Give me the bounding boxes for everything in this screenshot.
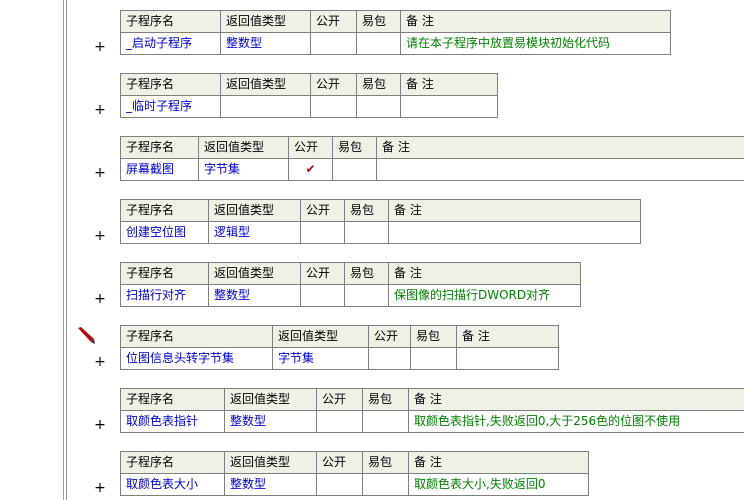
header-easy-package: 易包	[356, 10, 401, 33]
header-note: 备 注	[388, 199, 641, 222]
header-return-type: 返回值类型	[198, 136, 289, 159]
header-public: 公开	[300, 262, 345, 285]
public-cell[interactable]	[300, 221, 345, 244]
return-type-cell[interactable]: 字节集	[272, 347, 369, 370]
return-type-cell[interactable]: 整数型	[224, 410, 317, 433]
public-cell[interactable]	[368, 347, 411, 370]
header-return-type: 返回值类型	[208, 199, 301, 222]
header-name: 子程序名	[120, 451, 225, 474]
header-return-type: 返回值类型	[224, 388, 317, 411]
public-cell[interactable]	[310, 32, 357, 55]
header-public: 公开	[310, 10, 357, 33]
public-cell[interactable]	[316, 473, 363, 496]
header-name: 子程序名	[120, 199, 209, 222]
subroutine-table: 子程序名 返回值类型 公开 易包 备 注 取颜色表指针 整数型 取颜色表指针,失…	[120, 388, 744, 433]
header-note: 备 注	[400, 10, 671, 33]
header-easy-package: 易包	[362, 388, 409, 411]
header-return-type: 返回值类型	[272, 325, 369, 348]
note-cell[interactable]: 取颜色表指针,失败返回0,大于256色的位图不使用	[408, 410, 744, 433]
header-public: 公开	[288, 136, 333, 159]
subroutine-name-cell[interactable]: 屏幕截图	[120, 158, 199, 181]
subroutine-name-cell[interactable]: 取颜色表大小	[120, 473, 225, 496]
header-note: 备 注	[376, 136, 744, 159]
header-easy-package: 易包	[410, 325, 457, 348]
subroutine-name-cell[interactable]: _临时子程序	[120, 95, 221, 118]
expand-button[interactable]: +	[94, 292, 106, 306]
header-public: 公开	[300, 199, 345, 222]
note-cell[interactable]	[388, 221, 641, 244]
header-note: 备 注	[400, 73, 498, 96]
header-easy-package: 易包	[356, 73, 401, 96]
gutter-divider-inner	[66, 0, 67, 500]
expand-button[interactable]: +	[94, 103, 106, 117]
return-type-cell[interactable]: 整数型	[224, 473, 317, 496]
header-name: 子程序名	[120, 73, 221, 96]
easy-package-cell[interactable]	[362, 473, 409, 496]
gutter-divider	[63, 0, 64, 500]
header-public: 公开	[310, 73, 357, 96]
subroutine-name-cell[interactable]: _启动子程序	[120, 32, 221, 55]
subroutine-table: 子程序名 返回值类型 公开 易包 备 注 取颜色表大小 整数型 取颜色表大小,失…	[120, 451, 589, 496]
subroutine-name-cell[interactable]: 创建空位图	[120, 221, 209, 244]
header-public: 公开	[316, 451, 363, 474]
public-cell[interactable]	[310, 95, 357, 118]
subroutine-table: 子程序名 返回值类型 公开 易包 备 注 位图信息头转字节集 字节集	[120, 325, 559, 370]
note-cell[interactable]: 请在本子程序中放置易模块初始化代码	[400, 32, 671, 55]
expand-button[interactable]: +	[94, 481, 106, 495]
header-name: 子程序名	[120, 10, 221, 33]
note-cell[interactable]	[456, 347, 559, 370]
header-note: 备 注	[408, 451, 589, 474]
header-easy-package: 易包	[344, 199, 389, 222]
header-easy-package: 易包	[344, 262, 389, 285]
header-easy-package: 易包	[332, 136, 377, 159]
header-name: 子程序名	[120, 136, 199, 159]
subroutine-table: 子程序名 返回值类型 公开 易包 备 注 创建空位图 逻辑型	[120, 199, 641, 244]
header-note: 备 注	[388, 262, 581, 285]
subroutine-table: 子程序名 返回值类型 公开 易包 备 注 屏幕截图 字节集 ✔	[120, 136, 744, 181]
easy-package-cell[interactable]	[332, 158, 377, 181]
header-easy-package: 易包	[362, 451, 409, 474]
public-cell[interactable]	[316, 410, 363, 433]
header-return-type: 返回值类型	[220, 10, 311, 33]
return-type-cell[interactable]	[220, 95, 311, 118]
easy-package-cell[interactable]	[344, 284, 389, 307]
header-return-type: 返回值类型	[208, 262, 301, 285]
subroutine-table: 子程序名 返回值类型 公开 易包 备 注 _启动子程序 整数型 请在本子程序中放…	[120, 10, 671, 55]
subroutine-name-cell[interactable]: 取颜色表指针	[120, 410, 225, 433]
header-note: 备 注	[456, 325, 559, 348]
header-name: 子程序名	[120, 262, 209, 285]
expand-button[interactable]: +	[94, 355, 106, 369]
easy-package-cell[interactable]	[362, 410, 409, 433]
expand-button[interactable]: +	[94, 229, 106, 243]
header-note: 备 注	[408, 388, 744, 411]
easy-package-cell[interactable]	[356, 32, 401, 55]
easy-package-cell[interactable]	[344, 221, 389, 244]
note-cell[interactable]: 保图像的扫描行DWORD对齐	[388, 284, 581, 307]
header-return-type: 返回值类型	[224, 451, 317, 474]
header-name: 子程序名	[120, 325, 273, 348]
subroutine-name-cell[interactable]: 扫描行对齐	[120, 284, 209, 307]
public-checkmark-icon[interactable]: ✔	[288, 158, 333, 181]
return-type-cell[interactable]: 整数型	[208, 284, 301, 307]
public-cell[interactable]	[300, 284, 345, 307]
note-cell[interactable]	[376, 158, 744, 181]
easy-package-cell[interactable]	[410, 347, 457, 370]
easy-package-cell[interactable]	[356, 95, 401, 118]
header-public: 公开	[316, 388, 363, 411]
note-cell[interactable]: 取颜色表大小,失败返回0	[408, 473, 589, 496]
subroutine-table: 子程序名 返回值类型 公开 易包 备 注 _临时子程序	[120, 73, 498, 118]
subroutine-table: 子程序名 返回值类型 公开 易包 备 注 扫描行对齐 整数型 保图像的扫描行DW…	[120, 262, 581, 307]
header-public: 公开	[368, 325, 411, 348]
pencil-icon	[78, 327, 95, 344]
return-type-cell[interactable]: 字节集	[198, 158, 289, 181]
return-type-cell[interactable]: 整数型	[220, 32, 311, 55]
expand-button[interactable]: +	[94, 166, 106, 180]
expand-button[interactable]: +	[94, 418, 106, 432]
note-cell[interactable]	[400, 95, 498, 118]
header-name: 子程序名	[120, 388, 225, 411]
subroutine-name-cell[interactable]: 位图信息头转字节集	[120, 347, 273, 370]
expand-button[interactable]: +	[94, 40, 106, 54]
header-return-type: 返回值类型	[220, 73, 311, 96]
return-type-cell[interactable]: 逻辑型	[208, 221, 301, 244]
